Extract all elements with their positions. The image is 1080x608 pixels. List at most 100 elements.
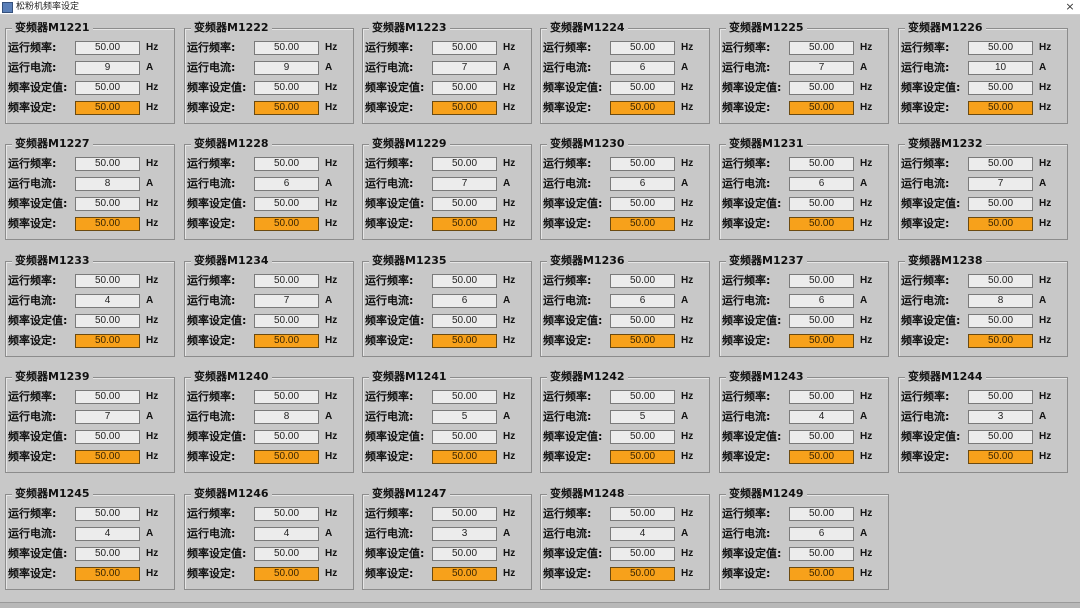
frequency-setpoint-input[interactable]: 50.00	[789, 217, 854, 231]
run-current-row: 运行电流: 5 A	[365, 409, 531, 425]
frequency-setpoint-value-row: 频率设定值: 50.00 Hz	[901, 80, 1067, 96]
inverter-panel-title: 变频器M1244	[905, 369, 986, 385]
frequency-setpoint-input[interactable]: 50.00	[75, 101, 140, 115]
inverter-panel-title: 变频器M1242	[547, 369, 628, 385]
frequency-setpoint-input[interactable]: 50.00	[789, 567, 854, 581]
frequency-setpoint-input[interactable]: 50.00	[75, 567, 140, 581]
run-current-label: 运行电流:	[722, 410, 771, 423]
run-frequency-label: 运行频率:	[365, 274, 414, 287]
frequency-setpoint-input[interactable]: 50.00	[254, 567, 319, 581]
unit-label: Hz	[503, 82, 516, 93]
run-frequency-row: 运行频率: 50.00 Hz	[365, 506, 531, 522]
frequency-setpoint-input[interactable]: 50.00	[432, 101, 497, 115]
frequency-setpoint-input[interactable]: 50.00	[610, 334, 675, 348]
unit-label: Hz	[146, 568, 159, 579]
frequency-setpoint-value-label: 频率设定值:	[187, 314, 247, 327]
frequency-setpoint-value-row: 频率设定值: 50.00 Hz	[8, 429, 174, 445]
frequency-setpoint-input[interactable]: 50.00	[789, 334, 854, 348]
frequency-setpoint-input-row: 频率设定: 50.00 Hz	[543, 216, 709, 232]
window-titlebar: 松粉机频率设定 ×	[0, 0, 1080, 15]
run-frequency-display: 50.00	[432, 157, 497, 171]
frequency-setpoint-input[interactable]: 50.00	[254, 217, 319, 231]
unit-label: Hz	[860, 218, 873, 229]
run-current-row: 运行电流: 3 A	[365, 526, 531, 542]
frequency-setpoint-input-row: 频率设定: 50.00 Hz	[365, 333, 531, 349]
frequency-setpoint-input[interactable]: 50.00	[968, 334, 1033, 348]
frequency-setpoint-value-label: 频率设定值:	[8, 81, 68, 94]
frequency-setpoint-input[interactable]: 50.00	[75, 217, 140, 231]
close-icon[interactable]: ×	[1064, 1, 1076, 12]
frequency-setpoint-input[interactable]: 50.00	[432, 450, 497, 464]
frequency-setpoint-input[interactable]: 50.00	[254, 334, 319, 348]
unit-label: Hz	[146, 548, 159, 559]
frequency-setpoint-input-row: 频率设定: 50.00 Hz	[187, 333, 353, 349]
frequency-setpoint-input-row: 频率设定: 50.00 Hz	[543, 566, 709, 582]
frequency-setpoint-value-row: 频率设定值: 50.00 Hz	[543, 546, 709, 562]
frequency-setpoint-value-display: 50.00	[75, 314, 140, 328]
run-current-label: 运行电流:	[8, 294, 57, 307]
run-frequency-row: 运行频率: 50.00 Hz	[901, 389, 1067, 405]
unit-label: A	[503, 178, 511, 189]
frequency-setpoint-input[interactable]: 50.00	[75, 334, 140, 348]
unit-label: Hz	[681, 391, 694, 402]
unit-label: Hz	[1039, 218, 1052, 229]
run-current-row: 运行电流: 4 A	[187, 526, 353, 542]
run-frequency-row: 运行频率: 50.00 Hz	[543, 273, 709, 289]
frequency-setpoint-input[interactable]: 50.00	[254, 101, 319, 115]
run-frequency-row: 运行频率: 50.00 Hz	[8, 273, 174, 289]
unit-label: Hz	[146, 335, 159, 346]
run-current-display: 6	[789, 527, 854, 541]
run-current-row: 运行电流: 4 A	[722, 409, 888, 425]
frequency-setpoint-value-label: 频率设定值:	[722, 430, 782, 443]
unit-label: A	[325, 178, 333, 189]
run-current-label: 运行电流:	[187, 177, 236, 190]
run-current-label: 运行电流:	[901, 294, 950, 307]
run-current-label: 运行电流:	[187, 527, 236, 540]
frequency-setpoint-input-label: 频率设定:	[8, 217, 57, 230]
frequency-setpoint-input[interactable]: 50.00	[432, 567, 497, 581]
frequency-setpoint-input[interactable]: 50.00	[968, 450, 1033, 464]
inverter-panel-title: 变频器M1226	[905, 20, 986, 36]
frequency-setpoint-input[interactable]: 50.00	[254, 450, 319, 464]
run-frequency-label: 运行频率:	[722, 157, 771, 170]
run-frequency-label: 运行频率:	[187, 390, 236, 403]
frequency-setpoint-value-label: 频率设定值:	[722, 547, 782, 560]
unit-label: Hz	[146, 391, 159, 402]
unit-label: Hz	[503, 568, 516, 579]
frequency-setpoint-input[interactable]: 50.00	[432, 334, 497, 348]
unit-label: Hz	[860, 102, 873, 113]
run-current-display: 6	[789, 294, 854, 308]
inverter-grid: 变频器M1221 运行频率: 50.00 Hz 运行电流: 9 A 频率设定值: 50.00 Hz…	[0, 0, 1080, 607]
run-current-display: 6	[610, 61, 675, 75]
run-frequency-row: 运行频率: 50.00 Hz	[8, 389, 174, 405]
frequency-setpoint-input[interactable]: 50.00	[75, 450, 140, 464]
frequency-setpoint-value-display: 50.00	[789, 314, 854, 328]
frequency-setpoint-value-row: 频率设定值: 50.00 Hz	[187, 313, 353, 329]
frequency-setpoint-input-row: 频率设定: 50.00 Hz	[8, 566, 174, 582]
run-frequency-label: 运行频率:	[722, 41, 771, 54]
frequency-setpoint-input[interactable]: 50.00	[610, 567, 675, 581]
frequency-setpoint-input[interactable]: 50.00	[432, 217, 497, 231]
frequency-setpoint-input[interactable]: 50.00	[789, 450, 854, 464]
frequency-setpoint-input[interactable]: 50.00	[610, 217, 675, 231]
unit-label: Hz	[146, 275, 159, 286]
frequency-setpoint-input[interactable]: 50.00	[610, 450, 675, 464]
unit-label: Hz	[325, 431, 338, 442]
unit-label: Hz	[681, 548, 694, 559]
frequency-setpoint-input[interactable]: 50.00	[968, 101, 1033, 115]
run-frequency-display: 50.00	[75, 390, 140, 404]
frequency-setpoint-input[interactable]: 50.00	[968, 217, 1033, 231]
run-frequency-row: 运行频率: 50.00 Hz	[722, 273, 888, 289]
run-frequency-display: 50.00	[432, 274, 497, 288]
frequency-setpoint-input-label: 频率设定:	[365, 101, 414, 114]
inverter-panel: 变频器M1245 运行频率: 50.00 Hz 运行电流: 4 A 频率设定值: 50.00 Hz…	[5, 486, 175, 590]
unit-label: Hz	[325, 335, 338, 346]
unit-label: Hz	[1039, 102, 1052, 113]
inverter-panel: 变频器M1249 运行频率: 50.00 Hz 运行电流: 6 A 频率设定值: 50.00 Hz…	[719, 486, 889, 590]
inverter-panel-title: 变频器M1230	[547, 136, 628, 152]
frequency-setpoint-value-display: 50.00	[432, 81, 497, 95]
frequency-setpoint-input[interactable]: 50.00	[789, 101, 854, 115]
frequency-setpoint-input-row: 频率设定: 50.00 Hz	[722, 566, 888, 582]
frequency-setpoint-input[interactable]: 50.00	[610, 101, 675, 115]
frequency-setpoint-value-row: 频率设定值: 50.00 Hz	[187, 429, 353, 445]
